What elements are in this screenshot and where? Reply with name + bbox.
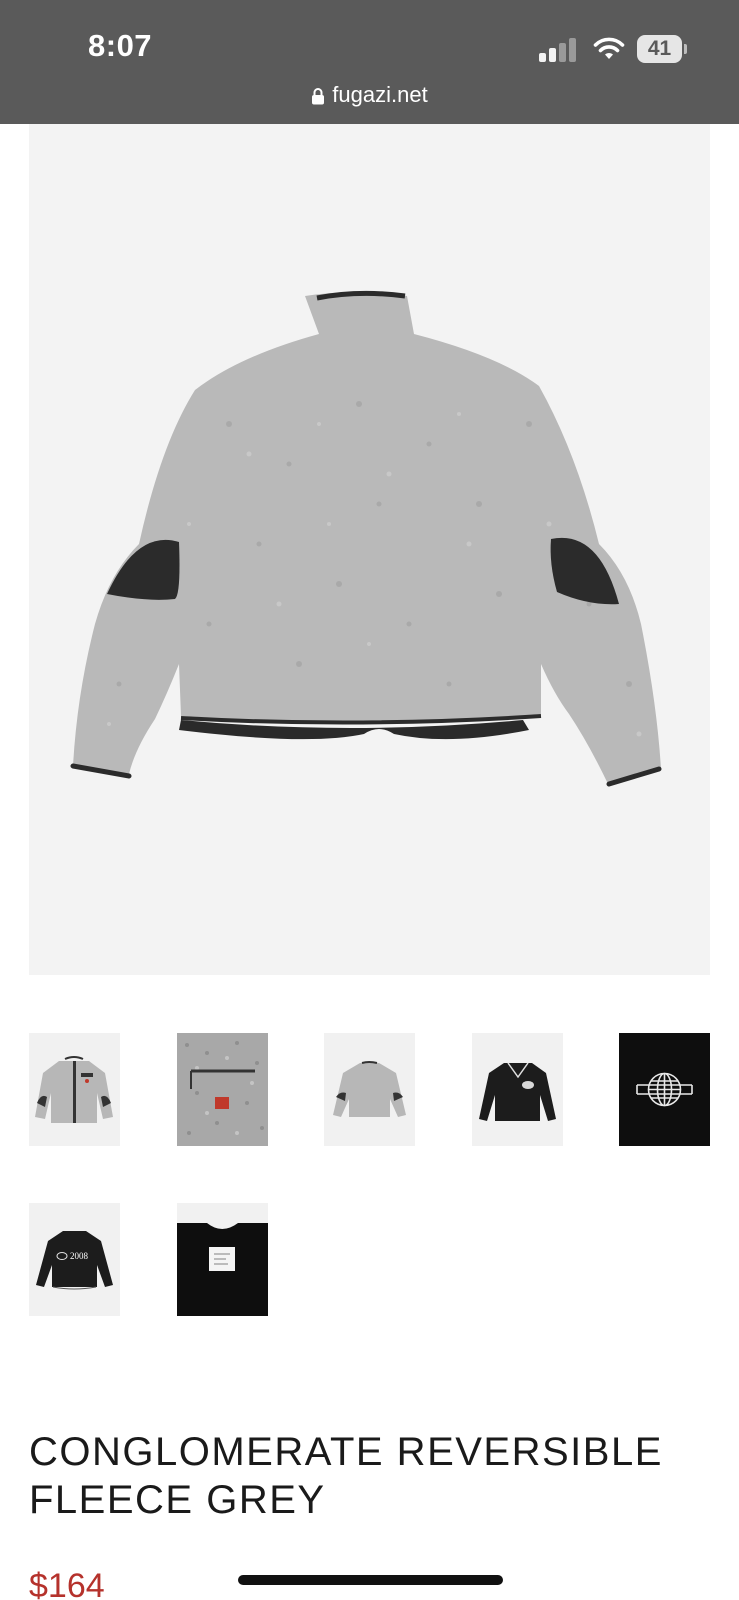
product-title: CONGLOMERATE REVERSIBLE FLEECE GREY [29,1430,663,1522]
battery-icon: 41 [637,35,687,63]
address-bar[interactable]: fugazi.net [0,80,739,110]
url-text: fugazi.net [332,82,428,107]
wifi-icon [593,37,625,59]
cellular-signal-icon [539,36,579,62]
home-indicator[interactable] [238,1575,503,1585]
battery-level: 41 [637,35,682,63]
year-print: 2008 [70,1251,89,1261]
thumb-front-fleece[interactable] [29,1033,120,1146]
lock-icon [312,88,325,105]
thumb-black-jacket-front[interactable] [472,1033,563,1146]
thumb-black-jacket-back[interactable]: 2008 [29,1203,120,1316]
browser-top-bar: 8:07 41 fugazi.net [0,0,739,124]
product-price: $164 [29,1567,105,1600]
thumb-back-fleece[interactable] [324,1033,415,1146]
status-time: 8:07 [88,28,153,63]
product-main-image[interactable] [29,124,710,975]
thumb-label-detail[interactable] [177,1203,268,1316]
thumb-pocket-detail[interactable] [177,1033,268,1146]
thumb-globe-logo[interactable] [619,1033,710,1146]
